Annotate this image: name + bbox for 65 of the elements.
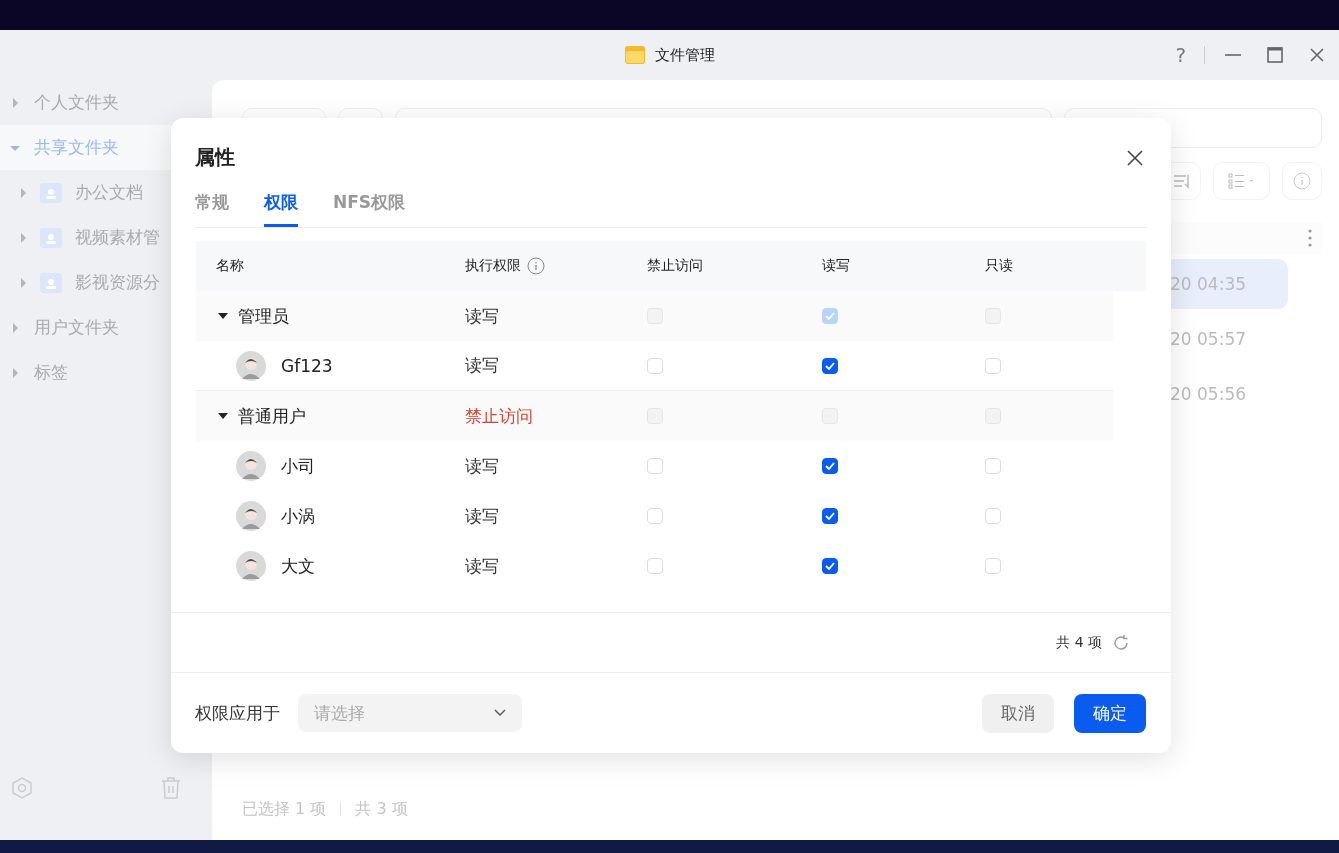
checkmark-icon	[825, 312, 835, 320]
permission-label: 禁止访问	[465, 405, 533, 426]
cancel-button[interactable]: 取消	[982, 693, 1054, 733]
info-button[interactable]	[1282, 162, 1322, 200]
folder-icon	[624, 46, 645, 64]
user-name: 大文	[281, 554, 315, 578]
item-count: 共 4 项	[1056, 633, 1102, 652]
column-header: 只读	[985, 257, 1013, 275]
sidebar-item[interactable]: 用户文件夹	[0, 305, 212, 350]
user-name: 小涡	[281, 504, 315, 528]
close-icon[interactable]	[1125, 147, 1145, 168]
shared-folder-icon	[40, 227, 62, 248]
permission-label: 读写	[465, 455, 499, 476]
column-header: 名称	[216, 257, 244, 275]
permission-label: 读写	[465, 355, 499, 375]
window-title: 文件管理	[654, 45, 715, 65]
sidebar-item[interactable]: 影视资源分	[0, 260, 212, 305]
checkbox[interactable]	[822, 558, 838, 574]
sidebar-item[interactable]: 共享文件夹	[0, 125, 171, 170]
info-icon[interactable]	[527, 257, 545, 275]
permission-label: 读写	[465, 555, 499, 576]
info-icon	[1293, 172, 1311, 190]
user-name: 小司	[281, 454, 315, 478]
checkbox[interactable]	[822, 458, 838, 474]
help-button[interactable]: ?	[1171, 43, 1190, 67]
confirm-button[interactable]: 确定	[1074, 693, 1146, 733]
tab[interactable]: NFS权限	[333, 187, 406, 227]
total-count: 共 3 项	[355, 798, 408, 820]
caret-icon[interactable]	[218, 412, 228, 420]
checkmark-icon	[825, 462, 835, 470]
dialog-title: 属性	[195, 144, 235, 171]
group-name: 管理员	[238, 304, 289, 328]
avatar-icon	[236, 451, 266, 481]
sidebar-item[interactable]: 标签	[0, 350, 212, 395]
user-name: Gf123	[281, 355, 333, 376]
refresh-icon[interactable]	[1112, 633, 1130, 652]
more-icon[interactable]	[1308, 229, 1312, 247]
column-header: 禁止访问	[647, 257, 703, 275]
field-label: 权限应用于	[195, 701, 280, 725]
avatar-icon	[236, 501, 266, 531]
tab[interactable]: 权限	[264, 187, 298, 227]
sort-icon	[1172, 173, 1191, 189]
avatar-icon	[236, 350, 266, 381]
permission-label: 读写	[465, 505, 499, 526]
column-header: 读写	[822, 257, 850, 275]
view-button[interactable]	[1213, 162, 1270, 200]
shared-folder-icon	[40, 182, 62, 203]
group-name: 普通用户	[238, 404, 306, 428]
shared-folder-icon	[40, 272, 62, 293]
checkmark-icon	[825, 512, 835, 520]
trash-icon[interactable]	[160, 776, 182, 800]
avatar-icon	[236, 551, 266, 581]
apply-to-select[interactable]: 请选择	[298, 694, 522, 732]
chevron-down-icon	[494, 709, 506, 717]
permission-label: 读写	[465, 305, 499, 326]
checkbox[interactable]	[822, 357, 838, 374]
sidebar-item[interactable]: 个人文件夹	[0, 80, 212, 125]
settings-icon[interactable]	[10, 776, 34, 800]
selection-count: 已选择 1 项	[242, 798, 327, 820]
checkbox[interactable]	[822, 508, 838, 524]
checkmark-icon	[825, 562, 835, 570]
list-view-icon	[1227, 173, 1256, 189]
caret-icon[interactable]	[218, 312, 228, 320]
checkmark-icon	[825, 361, 835, 370]
column-header: 执行权限	[465, 257, 521, 275]
